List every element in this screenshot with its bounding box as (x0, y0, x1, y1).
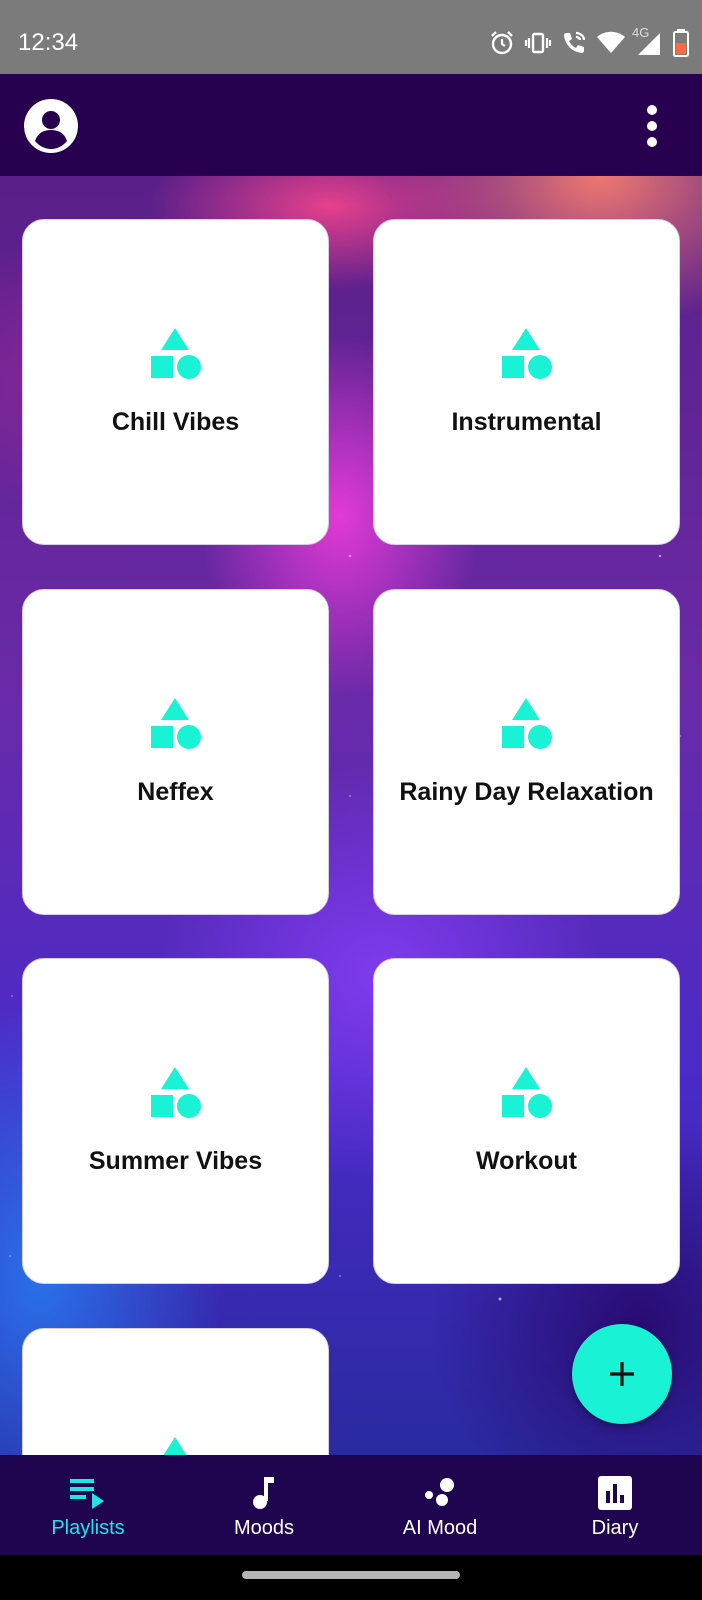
playlist-title: Chill Vibes (111, 408, 240, 436)
playlist-card-rainy-day-relaxation[interactable]: Rainy Day Relaxation (373, 589, 680, 915)
bottom-nav: Playlists Moods AI Mood Diary (0, 1455, 702, 1555)
shapes-icon (151, 698, 201, 749)
playlist-card-workout[interactable]: Workout (373, 958, 680, 1284)
playlist-title: Rainy Day Relaxation (399, 778, 654, 806)
battery-icon (673, 29, 689, 57)
nav-label: Playlists (51, 1517, 125, 1539)
status-icons: 4G (488, 25, 690, 58)
wifi-icon (597, 31, 625, 53)
playlist-title: Summer Vibes (88, 1147, 263, 1175)
status-bar: 12:34 4G (0, 0, 702, 74)
playlist-title: Workout (476, 1147, 577, 1175)
wifi-call-icon (564, 31, 586, 53)
home-gesture-handle[interactable] (242, 1571, 460, 1579)
nav-item-diary[interactable]: Diary (545, 1455, 685, 1555)
shapes-icon (151, 328, 201, 379)
account-button[interactable] (24, 99, 78, 153)
nav-item-moods[interactable]: Moods (194, 1455, 334, 1555)
shapes-icon (502, 698, 552, 749)
shapes-icon (502, 328, 552, 379)
shapes-icon (502, 1067, 552, 1118)
playlist-icon (70, 1479, 104, 1509)
nav-item-ai-mood[interactable]: AI Mood (370, 1455, 510, 1555)
nav-item-playlists[interactable]: Playlists (18, 1455, 158, 1555)
app-bar (0, 74, 702, 176)
nav-label: AI Mood (402, 1517, 478, 1539)
more-options-button[interactable] (630, 99, 674, 153)
nav-label: Moods (233, 1517, 295, 1539)
shapes-icon (151, 1067, 201, 1118)
vibrate-icon (524, 32, 552, 54)
alarm-icon (491, 31, 513, 55)
playlist-title: Instrumental (451, 408, 602, 436)
bubbles-icon (425, 1478, 454, 1506)
music-note-icon (253, 1477, 274, 1509)
shapes-icon (163, 1437, 187, 1455)
signal-icon (638, 33, 660, 55)
bar-chart-icon (598, 1476, 632, 1510)
signal-group: 4G (632, 25, 664, 57)
plus-icon (610, 1362, 634, 1386)
playlist-card-summer-vibes[interactable]: Summer Vibes (22, 958, 329, 1284)
more-vert-icon (647, 105, 657, 147)
playlist-grid: Chill Vibes Instrumental Neffex Rainy Da… (0, 176, 702, 1455)
playlist-card-neffex[interactable]: Neffex (22, 589, 329, 915)
account-circle-icon (24, 99, 78, 153)
playlist-card-instrumental[interactable]: Instrumental (373, 219, 680, 545)
playlist-card-chill-vibes[interactable]: Chill Vibes (22, 219, 329, 545)
system-nav-bar (0, 1555, 702, 1600)
status-time: 12:34 (18, 29, 79, 56)
nav-label: Diary (591, 1517, 639, 1539)
playlist-title: Neffex (137, 778, 214, 806)
playlist-card-partial[interactable] (22, 1328, 329, 1455)
add-playlist-button[interactable] (572, 1324, 672, 1424)
